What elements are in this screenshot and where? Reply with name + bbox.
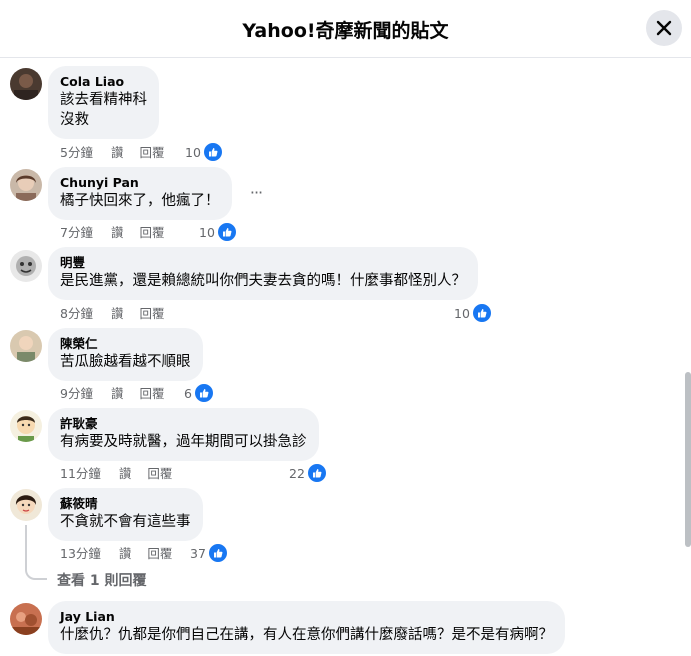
comment-time[interactable]: 9分鐘: [60, 383, 93, 402]
comment-bubble: 許耿豪 有病要及時就醫，過年期間可以掛急診: [48, 408, 319, 461]
comment-text: 是民進黨，還是賴總統叫你們夫妻去貪的嗎！什麼事都怪別人？: [60, 273, 466, 289]
reply-button[interactable]: 回覆: [139, 303, 164, 322]
like-button[interactable]: 讚: [119, 543, 132, 562]
reply-button[interactable]: 回覆: [139, 142, 164, 161]
reaction-count[interactable]: 22: [289, 463, 327, 483]
comment-time[interactable]: 8分鐘: [60, 303, 93, 322]
comment-bubble: 蘇筱晴 不貪就不會有這些事: [48, 488, 203, 541]
thread-line: [25, 525, 27, 570]
avatar[interactable]: [10, 410, 42, 442]
dialog-header: Yahoo!奇摩新聞的貼文: [0, 0, 691, 58]
comment-author[interactable]: Cola Liao: [60, 74, 147, 90]
comment-text: 沒救: [60, 112, 89, 128]
like-button[interactable]: 讚: [111, 222, 124, 241]
comment-author[interactable]: Jay Lian: [60, 609, 553, 625]
comment-actions: 8分鐘 讚 回覆: [60, 303, 164, 321]
comment-time[interactable]: 11分鐘: [60, 463, 101, 482]
close-icon: [656, 20, 672, 36]
avatar[interactable]: [10, 603, 42, 635]
comment-actions: 11分鐘 讚 回覆: [60, 463, 172, 481]
like-button[interactable]: 讚: [111, 303, 124, 322]
comment-bubble: Chunyi Pan 橘子快回來了，他瘋了！: [48, 167, 232, 220]
comment-author[interactable]: Chunyi Pan: [60, 175, 220, 191]
like-button[interactable]: 讚: [119, 463, 132, 482]
dialog-title: Yahoo!奇摩新聞的貼文: [242, 20, 449, 42]
comment-bubble: Jay Lian 什麼仇？仇都是你們自己在講，有人在意你們講什麼廢話嗎？是不是有…: [48, 601, 565, 654]
reply-button[interactable]: 回覆: [147, 543, 172, 562]
avatar[interactable]: [10, 169, 42, 201]
thumbs-up-icon: [471, 303, 492, 323]
reaction-number: 10: [199, 224, 215, 240]
avatar[interactable]: [10, 68, 42, 100]
reply-button[interactable]: 回覆: [139, 383, 164, 402]
reaction-count[interactable]: 10: [199, 222, 237, 242]
thumbs-up-icon: [216, 222, 237, 242]
comment-text: 該去看精神科: [60, 92, 147, 108]
thumbs-up-icon: [207, 543, 228, 563]
comment-author[interactable]: 許耿豪: [60, 416, 307, 432]
comment-author[interactable]: 蘇筱晴: [60, 496, 191, 512]
more-horizontal-icon: ···: [249, 183, 263, 202]
comment-text: 有病要及時就醫，過年期間可以掛急診: [60, 434, 307, 450]
thumbs-up-icon: [306, 463, 327, 483]
reply-button[interactable]: 回覆: [139, 222, 164, 241]
comment-text: 橘子快回來了，他瘋了！: [60, 193, 220, 209]
comment-time[interactable]: 7分鐘: [60, 222, 93, 241]
avatar[interactable]: [10, 250, 42, 282]
comment-author[interactable]: 陳榮仁: [60, 336, 191, 352]
reaction-number: 10: [185, 144, 201, 160]
like-button[interactable]: 讚: [111, 142, 124, 161]
thread-connector: [25, 568, 47, 580]
reaction-number: 37: [190, 545, 206, 561]
more-options-button[interactable]: ···: [242, 183, 270, 203]
comment-text: 不貪就不會有這些事: [60, 514, 191, 530]
comment-bubble: 明豐 是民進黨，還是賴總統叫你們夫妻去貪的嗎！什麼事都怪別人？: [48, 247, 478, 300]
reaction-number: 6: [184, 385, 192, 401]
comment-feed[interactable]: Cola Liao 該去看精神科 沒救 5分鐘 讚 回覆 10 Chunyi P…: [0, 59, 691, 656]
comment-time[interactable]: 13分鐘: [60, 543, 101, 562]
reaction-number: 22: [289, 465, 305, 481]
like-button[interactable]: 讚: [111, 383, 124, 402]
view-replies-link[interactable]: 查看 1 則回覆: [57, 570, 147, 590]
comment-author[interactable]: 明豐: [60, 255, 466, 271]
comment-actions: 13分鐘 讚 回覆: [60, 543, 172, 561]
reaction-count[interactable]: 37: [190, 543, 228, 563]
comment-actions: 5分鐘 讚 回覆: [60, 142, 164, 160]
reaction-count[interactable]: 10: [185, 142, 223, 162]
avatar[interactable]: [10, 489, 42, 521]
reaction-count[interactable]: 10: [454, 303, 492, 323]
reaction-number: 10: [454, 305, 470, 321]
comment-bubble: Cola Liao 該去看精神科 沒救: [48, 66, 159, 139]
comment-actions: 9分鐘 讚 回覆: [60, 383, 164, 401]
comment-text: 什麼仇？仇都是你們自己在講，有人在意你們講什麼廢話嗎？是不是有病啊？: [60, 627, 553, 643]
avatar[interactable]: [10, 330, 42, 362]
close-button[interactable]: [646, 10, 682, 46]
comment-text: 苦瓜臉越看越不順眼: [60, 354, 191, 370]
reply-button[interactable]: 回覆: [147, 463, 172, 482]
comment-bubble: 陳榮仁 苦瓜臉越看越不順眼: [48, 328, 203, 381]
scrollbar[interactable]: [685, 372, 691, 547]
thumbs-up-icon: [193, 383, 214, 403]
comment-time[interactable]: 5分鐘: [60, 142, 93, 161]
thumbs-up-icon: [202, 142, 223, 162]
reaction-count[interactable]: 6: [184, 383, 214, 403]
comment-actions: 7分鐘 讚 回覆: [60, 222, 164, 240]
